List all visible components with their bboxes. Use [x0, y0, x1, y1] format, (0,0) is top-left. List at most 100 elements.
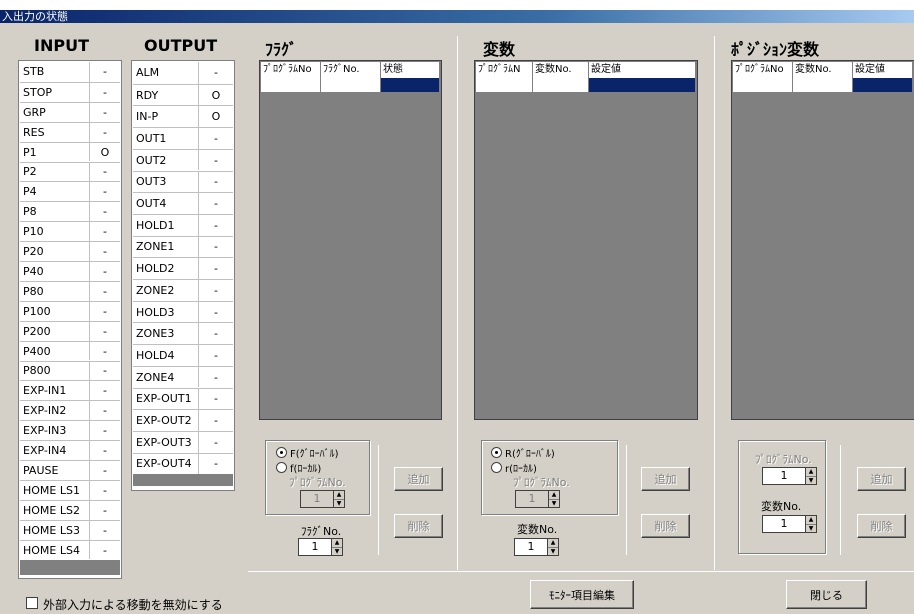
output-signal-name: IN-P [133, 106, 199, 128]
output-signal-state: - [214, 305, 218, 319]
input-signal-name: P10 [20, 222, 90, 242]
radio-selected-icon [276, 447, 287, 458]
output-signal-state: - [214, 153, 218, 167]
input-signal-name: EXP-IN2 [20, 401, 90, 421]
output-signal-name: ALM [133, 62, 199, 84]
position-title: ﾎﾟｼﾞｼｮﾝ変数 [731, 40, 820, 59]
output-signal-state: - [214, 370, 218, 384]
position-number-label: 変数No. [761, 500, 802, 513]
input-signal-state: - [103, 424, 107, 438]
variable-title: 変数 [483, 40, 516, 59]
output-row: EXP-OUT3 - [133, 430, 233, 453]
flag-number-spinner[interactable]: 1 ▲ ▼ [298, 538, 343, 556]
disable-external-input-label: 外部入力による移動を無効にする [43, 598, 223, 612]
variable-selected-cell[interactable] [589, 78, 696, 92]
flag-selected-cell[interactable] [381, 78, 440, 92]
input-signal-state: - [103, 404, 107, 418]
flag-program-no-spinner[interactable]: 1 ▲ ▼ [300, 490, 345, 508]
output-signal-name: EXP-OUT4 [133, 453, 199, 475]
input-signal-state: - [103, 364, 107, 378]
output-row: EXP-OUT1 - [133, 387, 233, 410]
flag-grid[interactable]: ﾌﾟﾛｸﾞﾗﾑNo ﾌﾗｸﾞNo. 状態 [259, 60, 442, 420]
input-signal-state: - [103, 225, 107, 239]
close-button[interactable]: 閉じる [786, 580, 867, 609]
position-delete-button[interactable]: 削除 [857, 514, 906, 538]
output-signal-name: ZONE1 [133, 236, 199, 258]
input-signal-name: P20 [20, 242, 90, 261]
output-signal-state: - [214, 457, 218, 471]
input-row: EXP-IN3- [20, 420, 120, 441]
position-selected-cell[interactable] [853, 78, 913, 92]
input-signal-name: EXP-IN3 [20, 421, 90, 441]
input-signal-state: - [103, 65, 107, 79]
output-signal-state: - [214, 435, 218, 449]
variable-delete-button[interactable]: 削除 [641, 514, 690, 538]
position-grid[interactable]: ﾌﾟﾛｸﾞﾗﾑNo 変数No. 設定値 [731, 60, 914, 420]
flag-delete-button[interactable]: 削除 [394, 514, 443, 538]
output-signal-state: - [214, 218, 218, 232]
output-table: ALM - RDY O IN-P O OUT1- OUT2- OUT3- OUT4- HOLD1- Z… [131, 60, 235, 491]
output-row: OUT4 - [133, 192, 233, 214]
variable-separator [626, 445, 627, 555]
output-signal-state: - [214, 131, 218, 145]
variable-col-program: ﾌﾟﾛｸﾞﾗﾑN [476, 62, 533, 78]
bottom-separator [248, 571, 914, 572]
variable-add-button[interactable]: 追加 [641, 467, 690, 491]
output-row: ZONE2 - [133, 279, 233, 301]
variable-grid[interactable]: ﾌﾟﾛｸﾞﾗﾑN 変数No. 設定値 [474, 60, 698, 420]
input-row: P200- [20, 320, 120, 341]
output-signal-state: - [214, 348, 218, 362]
position-program-no-spinner[interactable]: 1 ▲ ▼ [762, 467, 817, 485]
section-separator [457, 36, 458, 570]
spin-down-icon: ▼ [334, 499, 344, 507]
disable-external-input-checkbox[interactable] [26, 597, 38, 609]
output-title: OUTPUT [144, 36, 218, 55]
position-col-program: ﾌﾟﾛｸﾞﾗﾑNo [733, 62, 793, 78]
input-signal-state: - [103, 523, 107, 537]
input-row: P400- [20, 340, 120, 361]
position-number-spinner[interactable]: 1 ▲ ▼ [762, 515, 817, 533]
spin-up-icon: ▲ [548, 539, 558, 548]
flag-add-button[interactable]: 追加 [394, 467, 443, 491]
input-signal-name: PAUSE [20, 461, 90, 480]
input-signal-name: EXP-IN1 [20, 381, 90, 401]
variable-program-no-spinner[interactable]: 1 ▲ ▼ [515, 490, 560, 508]
input-row: P1 O [20, 141, 120, 162]
input-signal-state: - [103, 344, 107, 358]
monitor-edit-button[interactable]: ﾓﾆﾀｰ項目編集 [530, 580, 634, 609]
output-row: ZONE3 - [133, 322, 233, 345]
flag-radio-global[interactable]: F(ｸﾞﾛｰﾊﾞﾙ) [276, 445, 339, 460]
output-signal-state: - [214, 414, 218, 428]
radio-icon [491, 462, 502, 473]
output-signal-name: EXP-OUT2 [133, 410, 199, 431]
output-row: RDY O [133, 83, 233, 106]
input-signal-state: - [103, 503, 107, 517]
input-row: EXP-IN2- [20, 400, 120, 421]
input-signal-name: HOME LS2 [20, 500, 90, 520]
output-row: OUT2 - [133, 148, 233, 171]
output-row: OUT1 - [133, 127, 233, 149]
output-row: ZONE4 - [133, 365, 233, 388]
spin-up-icon: ▲ [806, 516, 816, 525]
input-signal-state: - [103, 444, 107, 458]
variable-radio-local[interactable]: r(ﾛｰｶﾙ) [491, 460, 537, 475]
input-signal-name: RES [20, 122, 90, 142]
output-row: IN-P O [133, 105, 233, 128]
input-signal-name: P1 [20, 142, 90, 162]
position-program-no-label: ﾌﾟﾛｸﾞﾗﾑNo. [755, 453, 812, 466]
variable-program-no-label: ﾌﾟﾛｸﾞﾗﾑNo. [513, 476, 570, 489]
variable-radio-global[interactable]: R(ｸﾞﾛｰﾊﾞﾙ) [491, 445, 555, 460]
input-row: STOP - [20, 81, 120, 102]
output-signal-name: ZONE2 [133, 280, 199, 301]
input-row: HOME LS4- [20, 539, 120, 560]
input-signal-state: - [103, 85, 107, 99]
position-col-number: 変数No. [793, 62, 853, 78]
input-row: P2- [20, 161, 120, 182]
variable-number-spinner[interactable]: 1 ▲ ▼ [514, 538, 559, 556]
spin-up-icon: ▲ [549, 491, 559, 500]
flag-radio-local[interactable]: f(ﾛｰｶﾙ) [276, 460, 321, 475]
position-add-button[interactable]: 追加 [857, 467, 906, 491]
input-signal-name: HOME LS4 [20, 540, 90, 560]
output-signal-state: - [214, 262, 218, 276]
radio-selected-icon [491, 447, 502, 458]
